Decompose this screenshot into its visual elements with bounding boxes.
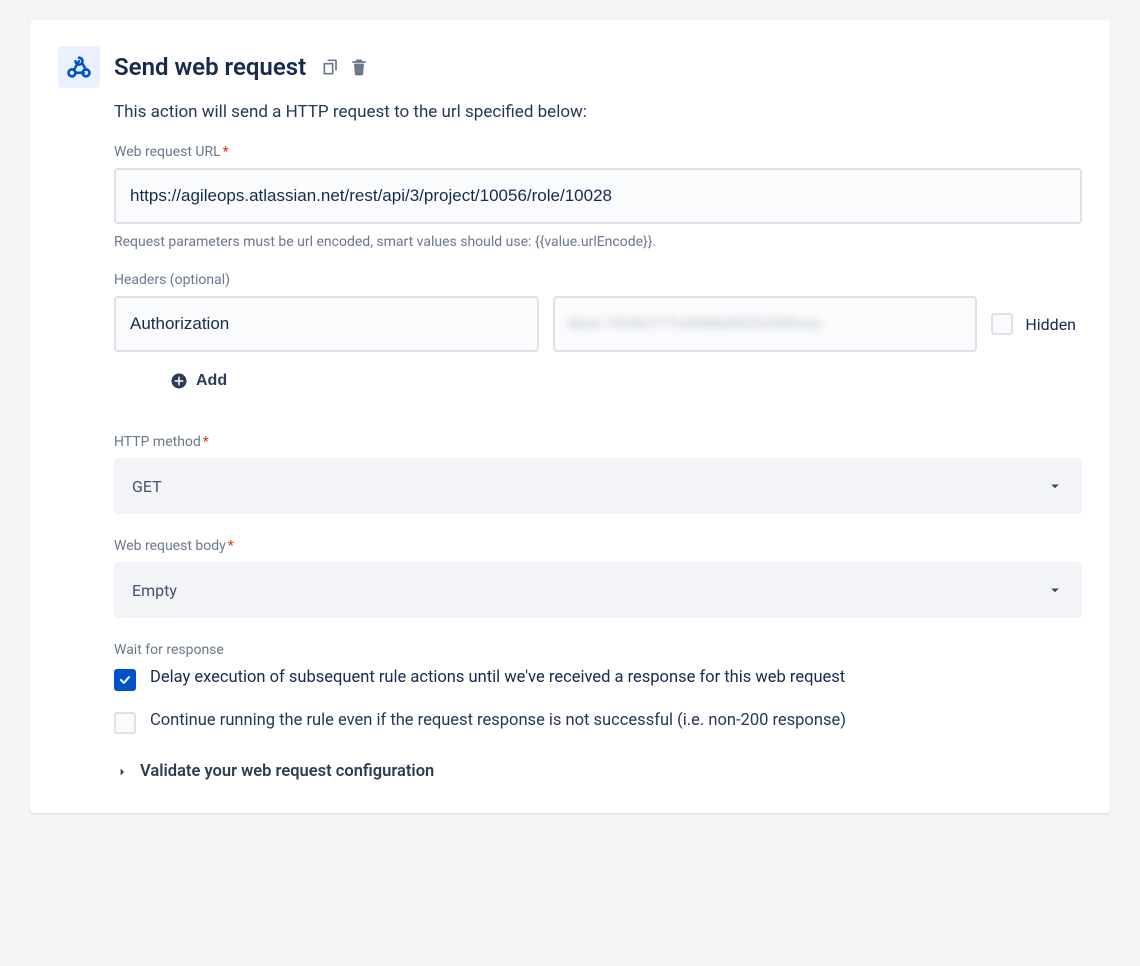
- continue-label: Continue running the rule even if the re…: [150, 709, 846, 734]
- wait-label: Wait for response: [114, 642, 1082, 658]
- body-value: Empty: [132, 581, 177, 600]
- validate-label: Validate your web request configuration: [140, 762, 434, 781]
- card-content: This action will send a HTTP request to …: [114, 102, 1082, 781]
- header-value-input[interactable]: Basic YXVlb2Y1TndGMkbR0Z2hZW9wcy: [553, 296, 978, 352]
- header-hidden-wrap: Hidden: [991, 313, 1082, 335]
- url-label-text: Web request URL: [114, 144, 221, 160]
- url-help-text: Request parameters must be url encoded, …: [114, 234, 1082, 250]
- required-asterisk: *: [203, 434, 209, 450]
- trash-icon[interactable]: [348, 56, 370, 78]
- headers-label: Headers (optional): [114, 272, 1082, 288]
- headers-row: Basic YXVlb2Y1TndGMkbR0Z2hZW9wcy Hidden: [114, 296, 1082, 352]
- body-select[interactable]: Empty: [114, 562, 1082, 618]
- add-header-label: Add: [196, 372, 227, 390]
- method-value: GET: [132, 477, 162, 496]
- required-asterisk: *: [223, 144, 229, 160]
- body-field-group: Web request body* Empty: [114, 538, 1082, 618]
- chevron-down-icon: [1046, 477, 1064, 495]
- copy-icon[interactable]: [320, 56, 342, 78]
- body-label-text: Web request body: [114, 538, 226, 554]
- chevron-down-icon: [1046, 581, 1064, 599]
- header-hidden-label: Hidden: [1025, 315, 1076, 334]
- wait-option-delay: Delay execution of subsequent rule actio…: [114, 666, 1082, 691]
- method-select[interactable]: GET: [114, 458, 1082, 514]
- plus-circle-icon: [170, 372, 188, 390]
- header-hidden-checkbox[interactable]: [991, 313, 1013, 335]
- header-key-wrap: [114, 296, 539, 352]
- card-description: This action will send a HTTP request to …: [114, 102, 1082, 122]
- title-actions: [320, 56, 370, 78]
- url-label: Web request URL*: [114, 144, 1082, 160]
- chevron-right-icon: [114, 764, 130, 780]
- url-field-group: Web request URL* Request parameters must…: [114, 144, 1082, 250]
- delay-checkbox[interactable]: [114, 669, 136, 691]
- page-title: Send web request: [114, 53, 306, 81]
- method-field-group: HTTP method* GET: [114, 434, 1082, 514]
- webhook-icon: [58, 46, 100, 88]
- card-header: Send web request: [58, 46, 1082, 88]
- header-key-input[interactable]: [114, 296, 539, 352]
- send-web-request-card: Send web request This action will send a…: [30, 20, 1110, 813]
- required-asterisk: *: [228, 538, 234, 554]
- url-input[interactable]: [114, 168, 1082, 224]
- delay-label: Delay execution of subsequent rule actio…: [150, 666, 845, 691]
- header-value-wrap: Basic YXVlb2Y1TndGMkbR0Z2hZW9wcy: [553, 296, 978, 352]
- method-label-text: HTTP method: [114, 434, 201, 450]
- wait-section: Wait for response Delay execution of sub…: [114, 642, 1082, 734]
- headers-field-group: Headers (optional) Basic YXVlb2Y1TndGMkb…: [114, 272, 1082, 424]
- continue-checkbox[interactable]: [114, 712, 136, 734]
- header-value-masked: Basic YXVlb2Y1TndGMkbR0Z2hZW9wcy: [569, 316, 822, 332]
- method-label: HTTP method*: [114, 434, 1082, 450]
- add-header-button[interactable]: Add: [170, 368, 227, 394]
- body-label: Web request body*: [114, 538, 1082, 554]
- wait-option-continue: Continue running the rule even if the re…: [114, 709, 1082, 734]
- validate-expander[interactable]: Validate your web request configuration: [114, 762, 1082, 781]
